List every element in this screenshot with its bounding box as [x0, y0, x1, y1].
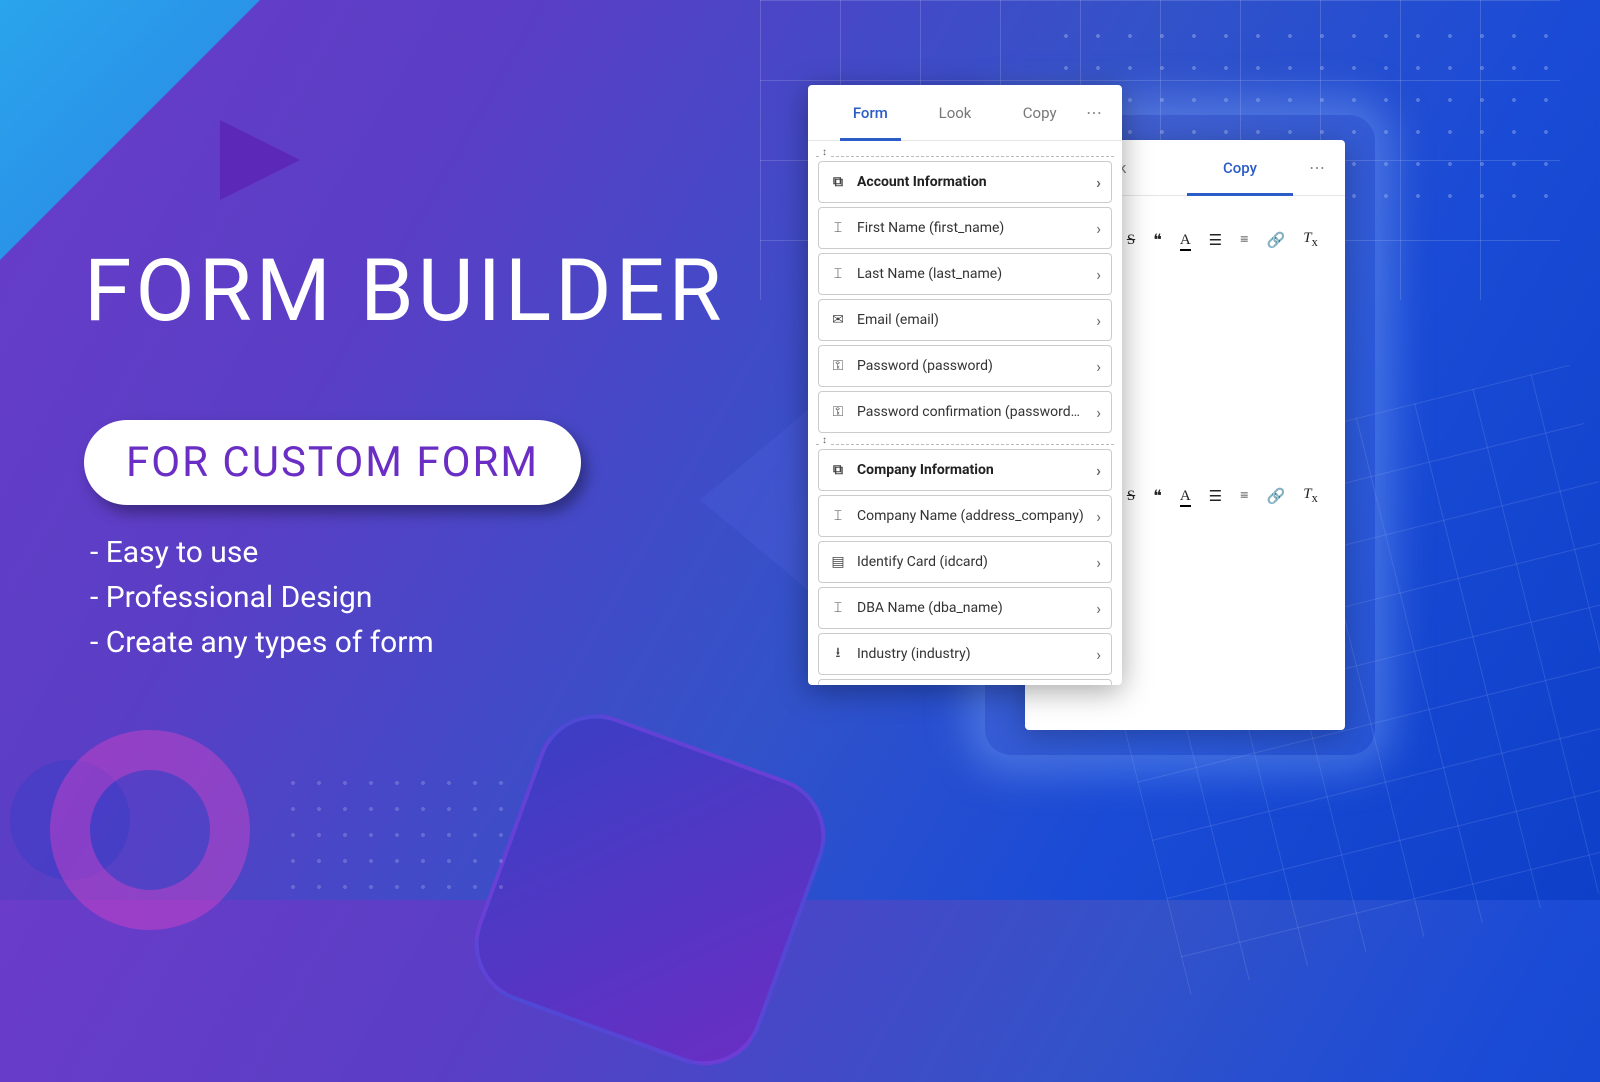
text-color-icon[interactable]: A	[1180, 232, 1191, 249]
password-icon: ⚿	[829, 404, 847, 420]
drop-marker-1[interactable]	[814, 149, 1116, 159]
tab-form[interactable]: Form	[828, 85, 913, 140]
text-color-icon-2[interactable]: A	[1180, 488, 1191, 505]
link-icon-2[interactable]: 🔗	[1267, 487, 1286, 506]
group-icon: ⧉	[829, 174, 847, 190]
align-icon[interactable]: ≡	[1240, 232, 1248, 249]
text-field-icon: ⌶	[829, 220, 847, 236]
chevron-right-icon: ›	[1096, 219, 1101, 238]
field-last-name[interactable]: ⌶ Last Name (last_name) ›	[818, 253, 1112, 295]
field-dba-name[interactable]: ⌶ DBA Name (dba_name) ›	[818, 587, 1112, 629]
tab-more[interactable]: ⋯	[1082, 103, 1106, 122]
field-group-account-label: Account Information	[857, 174, 1086, 190]
hero-bullets: Easy to use Professional Design Create a…	[90, 530, 434, 665]
clear-format-icon[interactable]: Tx	[1303, 230, 1318, 250]
field-label: Identify Card (idcard)	[857, 554, 1086, 570]
text-field-icon: ⌶	[829, 600, 847, 616]
field-label: Email (email)	[857, 312, 1086, 328]
link-icon[interactable]: 🔗	[1267, 231, 1286, 250]
hero-subtitle-pill: FOR CUSTOM FORM	[84, 420, 581, 505]
field-label: Password (password)	[857, 358, 1086, 374]
panel-front-tabs: Form Look Copy ⋯	[808, 85, 1122, 141]
bg-dots-bottom-left	[280, 770, 520, 890]
text-field-icon: ⌶	[829, 266, 847, 282]
document-icon: ▤	[829, 554, 847, 570]
strikethrough-icon[interactable]: S	[1127, 232, 1135, 249]
chevron-right-icon: ›	[1096, 265, 1101, 284]
bg-circle-outline	[50, 730, 250, 930]
tab-copy-back[interactable]: Copy	[1175, 140, 1305, 195]
hero: FORM BUILDER	[84, 240, 725, 341]
field-email[interactable]: ✉ Email (email) ›	[818, 299, 1112, 341]
field-list: ⧉ Account Information › ⌶ First Name (fi…	[808, 141, 1122, 685]
chevron-right-icon: ›	[1096, 357, 1101, 376]
field-password[interactable]: ⚿ Password (password) ›	[818, 345, 1112, 387]
chevron-right-icon: ›	[1096, 461, 1101, 480]
field-label: DBA Name (dba_name)	[857, 600, 1086, 616]
bg-triangle-small	[220, 120, 300, 200]
chevron-right-icon: ›	[1096, 507, 1101, 526]
tab-copy[interactable]: Copy	[997, 85, 1082, 140]
bullet-2: Professional Design	[90, 575, 434, 620]
field-phone[interactable]: ☐ Phone (phone) ›	[818, 679, 1112, 685]
field-company-name[interactable]: ⌶ Company Name (address_company) ›	[818, 495, 1112, 537]
field-industry[interactable]: ⭳ Industry (industry) ›	[818, 633, 1112, 675]
chevron-right-icon: ›	[1096, 645, 1101, 664]
hero-title: FORM BUILDER	[84, 240, 725, 341]
indent-icon[interactable]: ☰	[1209, 231, 1222, 250]
field-label: Password confirmation (password_confirma…	[857, 404, 1086, 420]
mail-icon: ✉	[829, 312, 847, 328]
chevron-right-icon: ›	[1096, 403, 1101, 422]
bullet-1: Easy to use	[90, 530, 434, 575]
indent-icon-2[interactable]: ☰	[1209, 487, 1222, 506]
tab-more-back[interactable]: ⋯	[1305, 158, 1329, 177]
download-icon: ⭳	[829, 642, 847, 666]
field-label: First Name (first_name)	[857, 220, 1086, 236]
chevron-right-icon: ›	[1096, 553, 1101, 572]
quote-icon[interactable]	[1153, 230, 1162, 250]
field-first-name[interactable]: ⌶ First Name (first_name) ›	[818, 207, 1112, 249]
field-group-company[interactable]: ⧉ Company Information ›	[818, 449, 1112, 491]
field-group-company-label: Company Information	[857, 462, 1086, 478]
strikethrough-icon-2[interactable]: S	[1127, 488, 1135, 505]
field-id-card[interactable]: ▤ Identify Card (idcard) ›	[818, 541, 1112, 583]
align-icon-2[interactable]: ≡	[1240, 488, 1248, 505]
group-icon: ⧉	[829, 462, 847, 478]
drop-marker-2[interactable]	[814, 437, 1116, 447]
chevron-right-icon: ›	[1096, 311, 1101, 330]
password-icon: ⚿	[829, 358, 847, 374]
bullet-3: Create any types of form	[90, 620, 434, 665]
chevron-right-icon: ›	[1096, 599, 1101, 618]
tab-look[interactable]: Look	[913, 85, 998, 140]
field-password-confirmation[interactable]: ⚿ Password confirmation (password_confir…	[818, 391, 1112, 433]
text-field-icon: ⌶	[829, 508, 847, 524]
panel-front: Form Look Copy ⋯ ⧉ Account Information ›…	[808, 85, 1122, 685]
clear-format-icon-2[interactable]: Tx	[1303, 486, 1318, 506]
field-label: Last Name (last_name)	[857, 266, 1086, 282]
quote-icon-2[interactable]	[1153, 486, 1162, 506]
field-group-account[interactable]: ⧉ Account Information ›	[818, 161, 1112, 203]
field-label: Company Name (address_company)	[857, 508, 1086, 524]
chevron-right-icon: ›	[1096, 173, 1101, 192]
field-label: Industry (industry)	[857, 646, 1086, 662]
